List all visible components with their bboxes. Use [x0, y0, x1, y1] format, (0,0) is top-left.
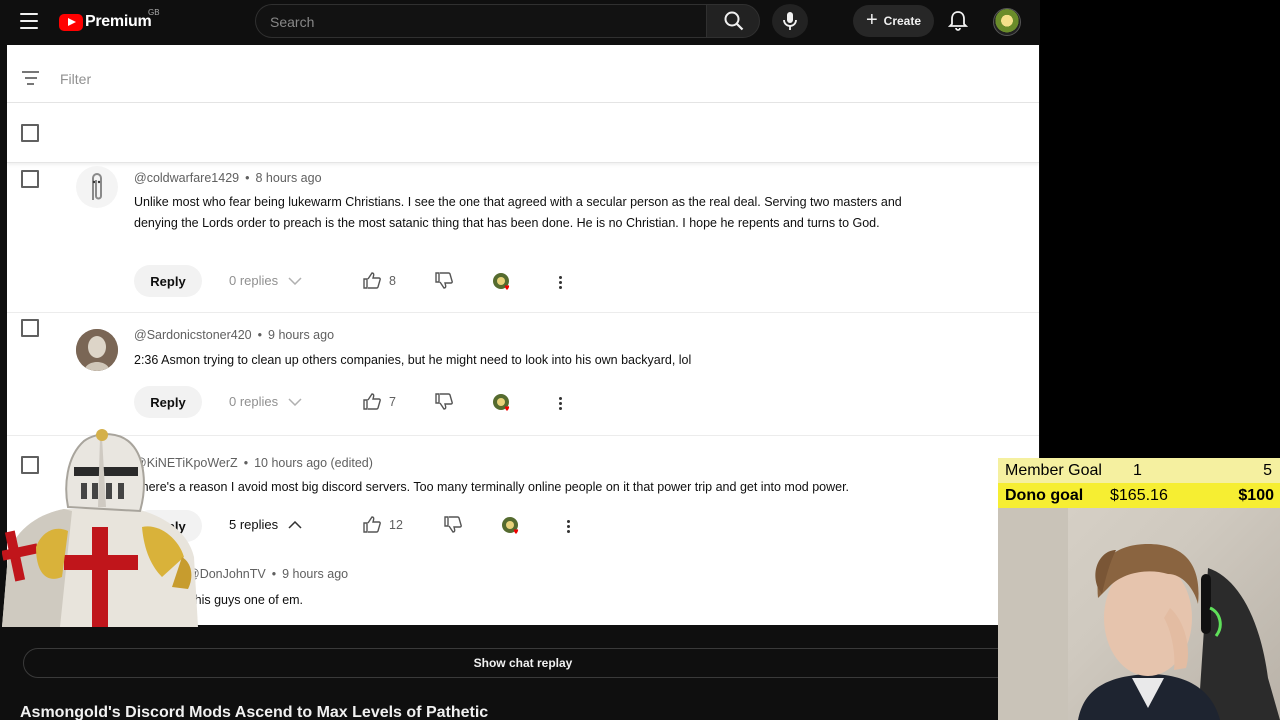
youtube-premium-logo[interactable]: Premium GB: [59, 8, 160, 33]
comment-checkbox[interactable]: [21, 170, 39, 188]
member-goal-label: Member Goal: [1005, 462, 1102, 479]
menu-icon[interactable]: [20, 13, 38, 29]
dislike-button[interactable]: [435, 393, 453, 410]
reply-author[interactable]: @DonJohnTV: [187, 567, 266, 581]
like-button[interactable]: 7: [363, 393, 396, 410]
comment-time[interactable]: 10 hours ago (edited): [254, 456, 373, 470]
replies-count: 0 replies: [229, 394, 279, 409]
bell-icon: [948, 11, 968, 31]
filter-bar: Filter: [7, 45, 1039, 103]
dono-goal-label: Dono goal: [1005, 487, 1084, 504]
like-count: 7: [389, 394, 396, 409]
search-icon: [724, 11, 744, 31]
screen: Premium GB Search + Create Filter @coldw…: [0, 0, 1280, 720]
dono-goal-current: $165.16: [1110, 487, 1168, 504]
reply-button[interactable]: Reply: [134, 386, 202, 418]
more-options-icon[interactable]: [567, 520, 571, 534]
creator-heart-icon[interactable]: [492, 272, 514, 294]
replies-toggle[interactable]: 0 replies: [229, 394, 302, 409]
filter-input[interactable]: Filter: [60, 71, 91, 87]
replies-toggle[interactable]: 0 replies: [229, 273, 302, 288]
reply-time[interactable]: 9 hours ago: [282, 567, 348, 581]
comment-row: @coldwarfare1429 • 8 hours ago Unlike most…: [7, 163, 1039, 313]
member-goal-current: 1: [1133, 462, 1142, 479]
streamer-figure: [998, 508, 1280, 720]
more-options-icon[interactable]: [559, 276, 563, 290]
like-count: 12: [389, 517, 403, 532]
crusader-knight-overlay: [2, 429, 198, 627]
comment-time[interactable]: 9 hours ago: [268, 328, 334, 342]
chevron-up-icon: [288, 520, 302, 529]
chevron-down-icon: [288, 397, 302, 406]
like-count: 8: [389, 273, 396, 288]
member-goal-row: Member Goal 1 5: [998, 458, 1280, 483]
avatar[interactable]: [76, 166, 118, 208]
like-button[interactable]: 8: [363, 272, 396, 289]
user-avatar[interactable]: [993, 8, 1021, 36]
chevron-down-icon: [288, 276, 302, 285]
thumbs-down-icon: [444, 516, 462, 533]
comment-author[interactable]: @Sardonicstoner420: [134, 328, 252, 342]
comment-text: There's a reason I avoid most big discor…: [134, 480, 850, 494]
create-button[interactable]: + Create: [853, 5, 934, 37]
comment-text: 2:36 Asmon trying to clean up others com…: [134, 353, 692, 367]
filter-icon[interactable]: [22, 71, 39, 85]
country-code: GB: [148, 8, 160, 17]
select-all-row: [7, 103, 1039, 163]
more-options-icon[interactable]: [559, 397, 563, 411]
comment-text: Unlike most who fear being lukewarm Chri…: [134, 195, 902, 230]
streamer-webcam: [998, 508, 1280, 720]
creator-heart-icon[interactable]: [501, 516, 523, 538]
dislike-button[interactable]: [435, 272, 453, 289]
plus-icon: +: [865, 9, 878, 31]
stream-background: [1040, 0, 1280, 458]
select-all-checkbox[interactable]: [21, 124, 39, 142]
dono-goal-row: Dono goal $165.16 $100: [998, 483, 1280, 508]
search-placeholder: Search: [270, 14, 315, 30]
replies-count: 0 replies: [229, 273, 279, 288]
comment-time[interactable]: 8 hours ago: [256, 171, 322, 185]
thumbs-up-icon: [363, 516, 381, 533]
member-goal-target: 5: [1263, 462, 1272, 479]
reply-text: This guys one of em.: [187, 593, 304, 607]
search-input[interactable]: Search: [255, 4, 706, 38]
thumbs-down-icon: [435, 272, 453, 289]
thumbs-down-icon: [435, 393, 453, 410]
comment-author[interactable]: @coldwarfare1429: [134, 171, 239, 185]
create-label: Create: [883, 14, 922, 28]
replies-toggle[interactable]: 5 replies: [229, 517, 302, 532]
comment-row: @Sardonicstoner420 • 9 hours ago 2:36 Asmo…: [7, 314, 1039, 436]
youtube-logo-icon: [59, 13, 83, 31]
comment-checkbox[interactable]: [21, 319, 39, 337]
profile-photo-icon: [76, 329, 118, 371]
notifications-button[interactable]: [945, 8, 971, 34]
video-title[interactable]: Asmongold's Discord Mods Ascend to Max L…: [20, 704, 488, 720]
microphone-icon: [783, 12, 797, 30]
voice-search-button[interactable]: [772, 4, 808, 38]
dono-goal-target: $100: [1238, 487, 1274, 504]
top-bar: Premium GB Search + Create: [0, 0, 1040, 44]
show-chat-replay-button[interactable]: Show chat replay: [23, 648, 1023, 678]
thumbs-up-icon: [363, 272, 381, 289]
creator-heart-icon[interactable]: [492, 393, 514, 415]
thumbs-up-icon: [363, 393, 381, 410]
reply-button[interactable]: Reply: [134, 265, 202, 297]
reply-meta: @DonJohnTV • 9 hours ago: [187, 567, 349, 581]
avatar[interactable]: [76, 329, 118, 371]
logo-text: Premium: [85, 13, 152, 30]
comment-meta: @Sardonicstoner420 • 9 hours ago: [134, 328, 335, 342]
stream-goals-overlay: Member Goal 1 5 Dono goal $165.16 $100: [998, 458, 1280, 508]
search-button[interactable]: [706, 4, 760, 38]
like-button[interactable]: 12: [363, 516, 403, 533]
dislike-button[interactable]: [444, 516, 462, 533]
paperclip-icon: [92, 173, 102, 200]
comment-meta: @coldwarfare1429 • 8 hours ago: [134, 171, 322, 185]
replies-count: 5 replies: [229, 517, 279, 532]
